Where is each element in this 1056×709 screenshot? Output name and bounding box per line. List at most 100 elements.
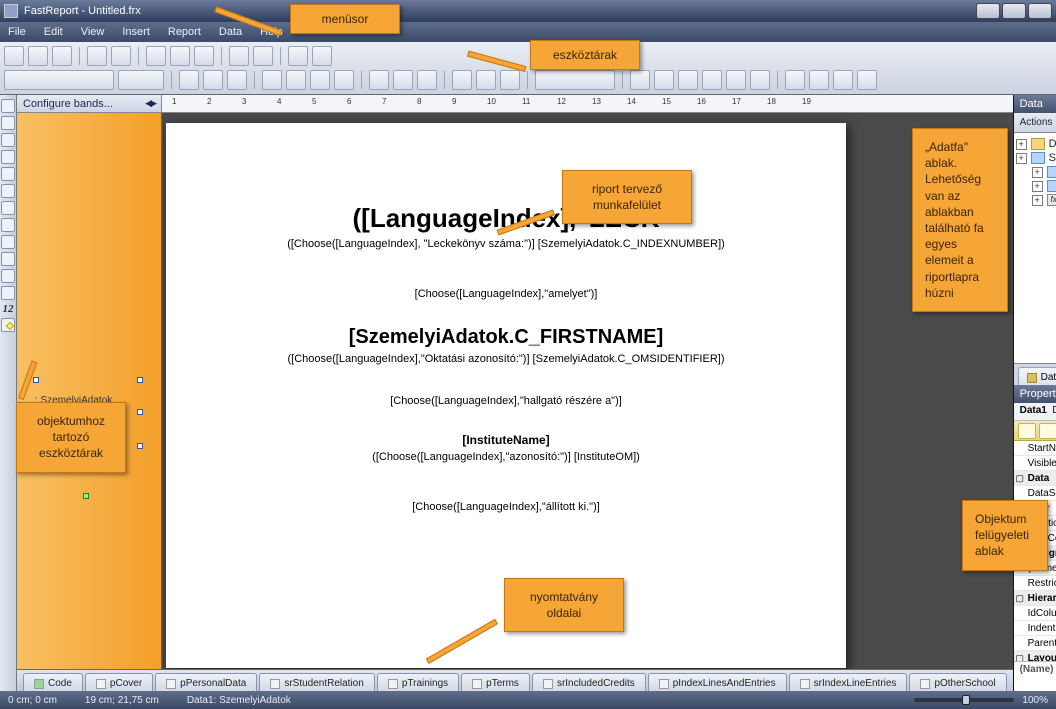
tree-item[interactable]: +fxfx: [1016, 193, 1056, 207]
tree-item[interactable]: +aran: [1016, 179, 1056, 193]
tb-paste[interactable]: [194, 46, 214, 66]
tree-item[interactable]: +System: [1016, 151, 1056, 165]
close-button[interactable]: [1028, 3, 1052, 19]
prop-category[interactable]: ▢Layout: [1014, 651, 1056, 661]
menu-view[interactable]: View: [81, 26, 105, 38]
menu-data[interactable]: Data: [219, 26, 242, 38]
field-index-number[interactable]: ([Choose([LanguageIndex], "Leckekönyv sz…: [202, 238, 810, 250]
tb-font-size[interactable]: [118, 70, 164, 90]
prop-row[interactable]: StartNewPageFalse: [1014, 441, 1056, 456]
tb-redo[interactable]: [253, 46, 273, 66]
field-hallgato[interactable]: [Choose([LanguageIndex],"hallgató részér…: [202, 395, 810, 407]
tb-underline[interactable]: [227, 70, 247, 90]
tb-layout-3[interactable]: [678, 70, 698, 90]
tool-checkbox[interactable]: [1, 218, 15, 232]
tb-open[interactable]: [28, 46, 48, 66]
tb-layout-8[interactable]: [809, 70, 829, 90]
menu-report[interactable]: Report: [168, 26, 201, 38]
sel-handle-tr[interactable]: [137, 377, 143, 383]
prop-category[interactable]: ▢Data: [1014, 471, 1056, 486]
tb-font-family[interactable]: [4, 70, 114, 90]
tree-item[interactable]: +Total: [1016, 165, 1056, 179]
prop-row[interactable]: IdColumn: [1014, 606, 1056, 621]
tool-shape[interactable]: [1, 184, 15, 198]
data-tree[interactable]: +Data Sources+System+Total+aran+fxfx: [1014, 133, 1056, 363]
sel-handle-tl[interactable]: [33, 377, 39, 383]
menu-insert[interactable]: Insert: [122, 26, 150, 38]
prop-row[interactable]: Indent1 cm: [1014, 621, 1056, 636]
tool-matrix[interactable]: [1, 252, 15, 266]
page-tab-srstudentrelation[interactable]: srStudentRelation: [259, 673, 375, 691]
tool-cell[interactable]: 12: [0, 303, 16, 315]
prop-row[interactable]: VisibleTrue: [1014, 456, 1056, 471]
field-firstname[interactable]: [SzemelyiAdatok.C_FIRSTNAME]: [202, 326, 810, 349]
page-tab-pindexlinesandentries[interactable]: pIndexLinesAndEntries: [648, 673, 787, 691]
maximize-button[interactable]: [1002, 3, 1026, 19]
page-tab-srincludedcredits[interactable]: srIncludedCredits: [532, 673, 646, 691]
sel-handle-br[interactable]: [137, 409, 143, 415]
tree-expand-icon[interactable]: +: [1032, 167, 1043, 178]
tb-layout-2[interactable]: [654, 70, 674, 90]
field-amelyet[interactable]: [Choose([LanguageIndex],"amelyet")]: [202, 288, 810, 300]
tree-item[interactable]: +Data Sources: [1016, 137, 1056, 151]
tab-data[interactable]: Data: [1018, 367, 1056, 385]
tb-valign-bot[interactable]: [417, 70, 437, 90]
tb-preview[interactable]: [87, 46, 107, 66]
tb-layout-1[interactable]: [630, 70, 650, 90]
menu-edit[interactable]: Edit: [44, 26, 63, 38]
tb-page[interactable]: [111, 46, 131, 66]
prop-row[interactable]: ParentIdColumn: [1014, 636, 1056, 651]
tb-undo[interactable]: [229, 46, 249, 66]
page-tab-ptrainings[interactable]: pTrainings: [377, 673, 459, 691]
configure-bands[interactable]: Configure bands... ◀▶: [17, 95, 162, 113]
tb-ungroup[interactable]: [312, 46, 332, 66]
properties-object[interactable]: Data1 DataBand: [1014, 403, 1056, 421]
tool-pointer[interactable]: [1, 99, 15, 113]
band-strip[interactable]: : SzemelyiAdatok: [17, 113, 162, 669]
minimize-button[interactable]: [976, 3, 1000, 19]
tb-bold[interactable]: [179, 70, 199, 90]
prop-category[interactable]: ▢Hierarchy: [1014, 591, 1056, 606]
tool-picture[interactable]: [1, 150, 15, 164]
tb-align-justify[interactable]: [334, 70, 354, 90]
tool-line[interactable]: [1, 167, 15, 181]
tb-layout-5[interactable]: [726, 70, 746, 90]
tb-layout-9[interactable]: [833, 70, 853, 90]
tb-align-left[interactable]: [262, 70, 282, 90]
tb-layout-10[interactable]: [857, 70, 877, 90]
page-tab-srindexlineentries[interactable]: srIndexLineEntries: [789, 673, 908, 691]
tree-expand-icon[interactable]: +: [1016, 153, 1027, 164]
tb-align-right[interactable]: [310, 70, 330, 90]
tb-textcolor[interactable]: [500, 70, 520, 90]
page-tab-potherschool[interactable]: pOtherSchool: [909, 673, 1006, 691]
tree-expand-icon[interactable]: +: [1032, 195, 1043, 206]
page-tab-pterms[interactable]: pTerms: [461, 673, 530, 691]
tb-layout-6[interactable]: [750, 70, 770, 90]
zoom-slider[interactable]: [914, 698, 1014, 702]
tb-border[interactable]: [452, 70, 472, 90]
field-allitott[interactable]: [Choose([LanguageIndex],"állított ki.")]: [202, 501, 810, 513]
sel-handle-green[interactable]: [83, 493, 89, 499]
tb-fill[interactable]: [476, 70, 496, 90]
prop-row[interactable]: DataSourceSzemelyiAdatok: [1014, 486, 1056, 501]
sel-handle-b2[interactable]: [137, 443, 143, 449]
zoom-thumb[interactable]: [962, 695, 970, 705]
page-tab-ppersonaldata[interactable]: pPersonalData: [155, 673, 257, 691]
tb-group[interactable]: [288, 46, 308, 66]
tb-style[interactable]: [535, 70, 615, 90]
menu-file[interactable]: File: [8, 26, 26, 38]
page-tab-code[interactable]: Code: [23, 673, 83, 691]
tb-layout-4[interactable]: [702, 70, 722, 90]
actions-label[interactable]: Actions: [1020, 117, 1053, 128]
field-omsid[interactable]: ([Choose([LanguageIndex],"Oktatási azono…: [202, 353, 810, 365]
tb-save[interactable]: [52, 46, 72, 66]
page-tab-pcover[interactable]: pCover: [85, 673, 153, 691]
tool-chart[interactable]: [1, 269, 15, 283]
tb-cut[interactable]: [146, 46, 166, 66]
tb-align-center[interactable]: [286, 70, 306, 90]
tool-rich[interactable]: [1, 286, 15, 300]
tool-text[interactable]: [1, 133, 15, 147]
field-institute-name[interactable]: [InstituteName]: [202, 433, 810, 447]
tb-copy[interactable]: [170, 46, 190, 66]
tb-valign-top[interactable]: [369, 70, 389, 90]
